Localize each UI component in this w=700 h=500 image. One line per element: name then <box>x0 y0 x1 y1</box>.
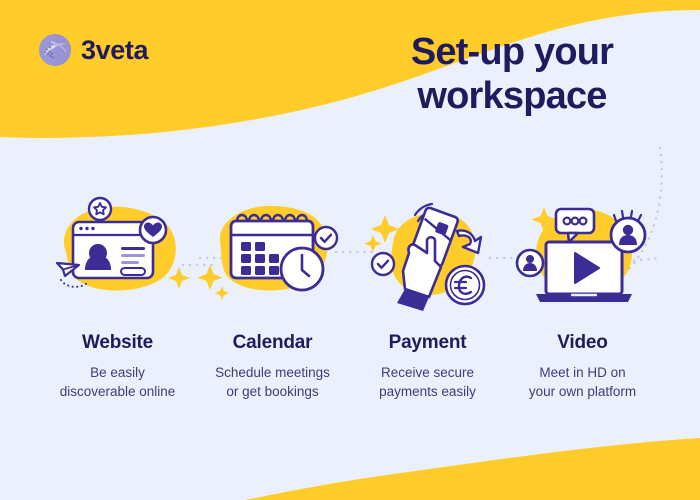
hand-holding-credit-card-icon <box>353 185 503 320</box>
page-title-line2: workspace <box>417 75 607 117</box>
sparkle-icon <box>167 267 190 289</box>
step-desc-video-line1: Meet in HD on <box>539 365 626 380</box>
check-badge-icon <box>313 225 338 251</box>
check-badge-icon <box>370 251 395 277</box>
step-card-website[interactable]: Website Be easily discoverable online <box>40 185 195 401</box>
step-desc-payment: Receive secure payments easily <box>379 363 476 401</box>
step-title-video: Video <box>557 332 608 353</box>
infographic-canvas: 3veta Set-up your workspace Website Be e… <box>0 0 700 500</box>
step-desc-website-line1: Be easily <box>90 365 145 380</box>
page-title: Set-up your workspace <box>362 30 662 118</box>
browser-window-profile-icon <box>43 185 193 320</box>
step-title-calendar: Calendar <box>232 332 313 353</box>
star-badge-icon <box>87 196 112 222</box>
step-desc-calendar-line2: or get bookings <box>226 384 319 399</box>
euro-coin-icon <box>444 264 485 306</box>
step-desc-payment-line1: Receive secure <box>380 365 475 380</box>
step-desc-video: Meet in HD on your own platform <box>529 363 636 401</box>
steps-row: Website Be easily discoverable online Ca… <box>0 185 700 401</box>
step-card-video[interactable]: Video Meet in HD on your own platform <box>505 185 660 401</box>
spiral-calendar-icon <box>197 185 348 320</box>
user-avatar-badge-icon <box>609 209 646 254</box>
globe-sphere-icon <box>39 34 71 66</box>
clock-icon <box>279 246 324 292</box>
step-desc-video-line2: your own platform <box>528 384 637 399</box>
page-title-line1: Set-up your <box>410 31 614 73</box>
step-desc-calendar-line1: Schedule meetings <box>215 365 330 380</box>
step-title-website: Website <box>81 332 154 353</box>
brand-name: 3veta <box>81 34 149 65</box>
laptop-play-button-icon <box>508 185 658 320</box>
step-card-calendar[interactable]: Calendar Schedule meetings or get bookin… <box>195 185 350 401</box>
step-desc-website: Be easily discoverable online <box>60 363 176 401</box>
step-card-payment[interactable]: Payment Receive secure payments easily <box>350 185 505 401</box>
user-avatar-badge-icon <box>515 248 544 278</box>
step-desc-website-line2: discoverable online <box>59 384 176 399</box>
brand-logo[interactable]: 3veta <box>38 33 148 67</box>
step-desc-calendar: Schedule meetings or get bookings <box>215 363 330 401</box>
laptop-icon <box>535 240 632 302</box>
step-desc-payment-line2: payments easily <box>379 384 476 399</box>
heart-badge-icon <box>138 215 167 245</box>
step-title-payment: Payment <box>388 332 467 353</box>
